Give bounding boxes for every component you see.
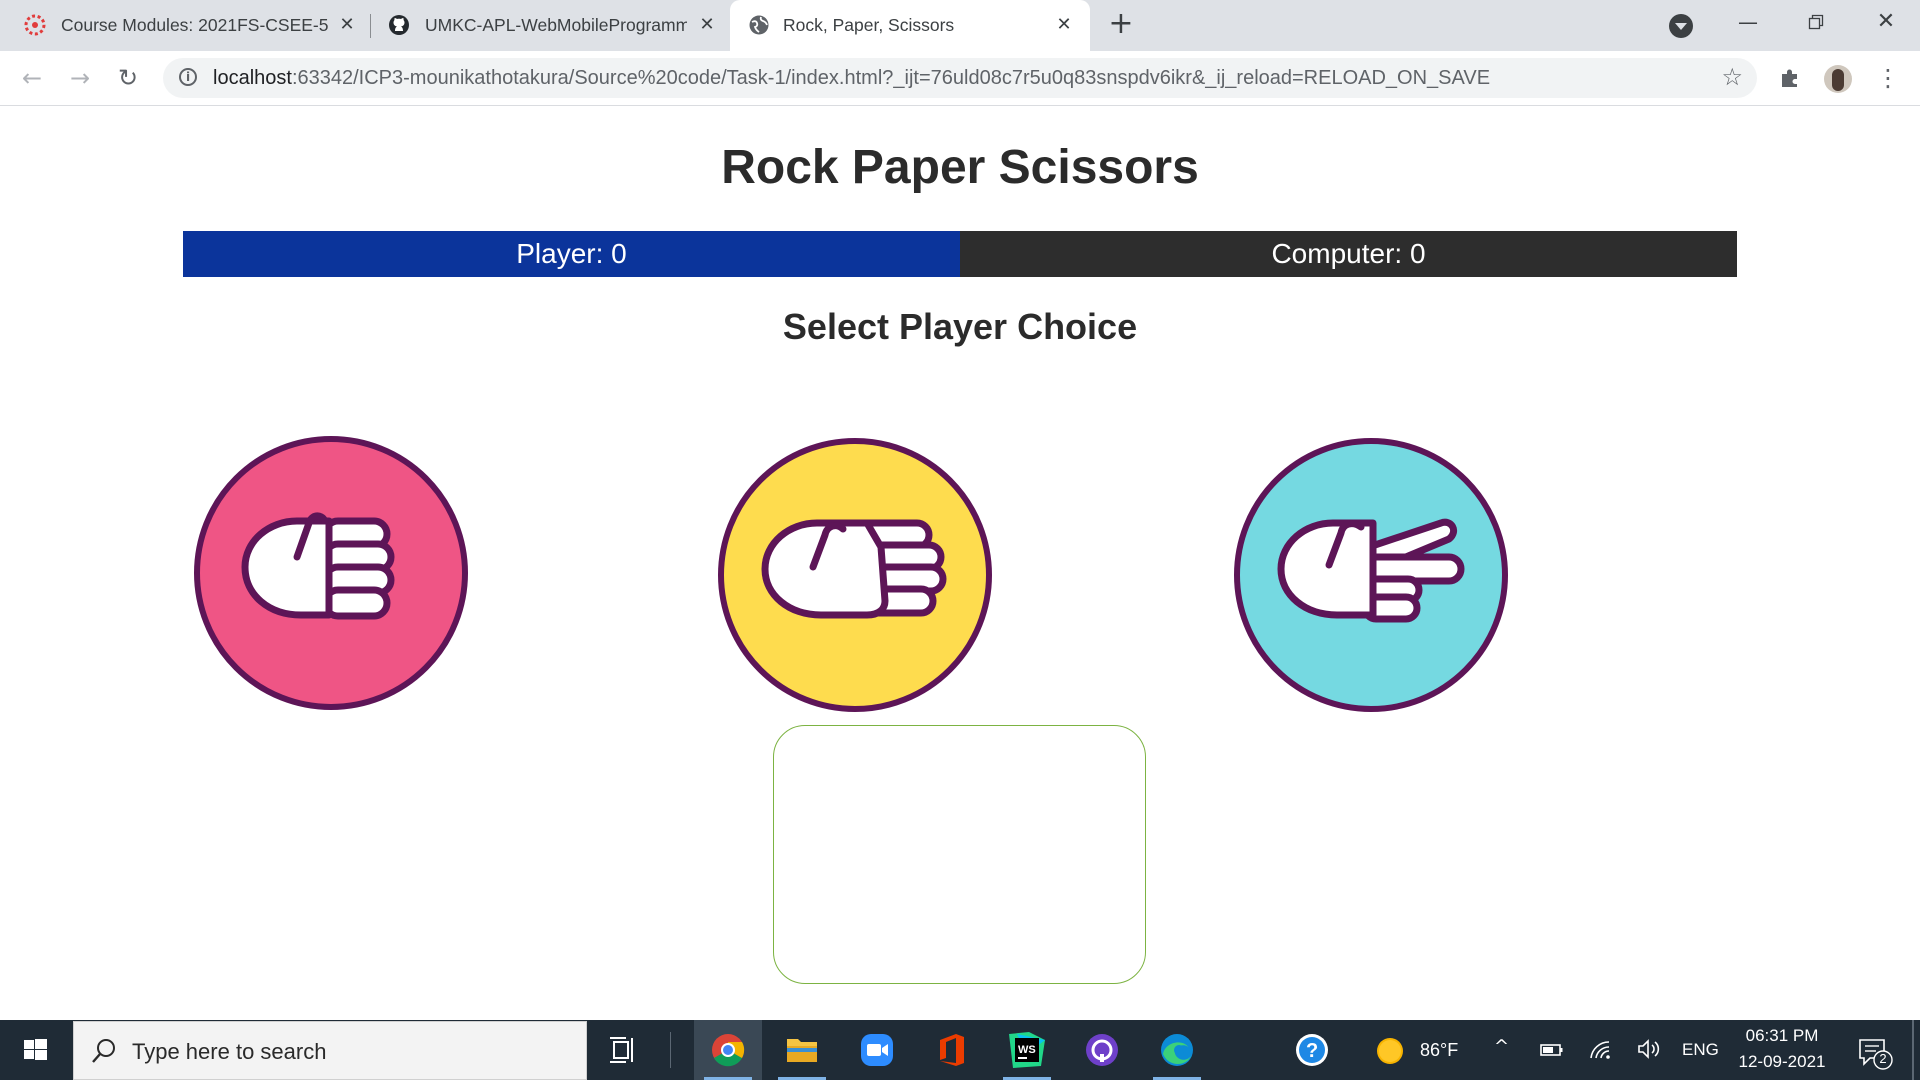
chrome-icon bbox=[712, 1034, 745, 1067]
show-hidden-icons-chevron-icon[interactable]: ^ bbox=[1494, 1036, 1509, 1057]
edge-icon bbox=[1161, 1034, 1193, 1066]
address-bar[interactable]: i localhost:63342/ICP3-mounikathotakura/… bbox=[163, 58, 1757, 98]
paper-choice-button[interactable] bbox=[717, 437, 993, 713]
rock-choice-button[interactable] bbox=[193, 435, 469, 711]
taskbar-github-desktop[interactable] bbox=[1068, 1020, 1136, 1080]
github-icon bbox=[389, 15, 409, 35]
zoom-icon bbox=[861, 1034, 893, 1066]
task-view-button[interactable] bbox=[590, 1020, 658, 1080]
close-icon[interactable]: ✕ bbox=[336, 14, 358, 36]
scissors-choice-button[interactable] bbox=[1233, 437, 1509, 713]
canvas-lms-icon bbox=[24, 14, 46, 36]
search-placeholder: Type here to search bbox=[132, 1039, 327, 1064]
taskbar-office[interactable] bbox=[918, 1020, 986, 1080]
globe-icon bbox=[749, 15, 769, 35]
page-title: Rock Paper Scissors bbox=[721, 141, 1199, 194]
choice-prompt: Select Player Choice bbox=[782, 306, 1138, 347]
tab-rock-paper-scissors[interactable]: Rock, Paper, Scissors ✕ bbox=[730, 0, 1090, 51]
svg-text:WS: WS bbox=[1018, 1044, 1036, 1056]
profile-avatar[interactable] bbox=[1824, 65, 1852, 93]
restore-icon bbox=[1808, 14, 1824, 30]
url-text[interactable]: localhost:63342/ICP3-mounikathotakura/So… bbox=[213, 58, 1490, 98]
battery-icon[interactable] bbox=[1540, 1042, 1564, 1058]
webstorm-icon: WS bbox=[1009, 1032, 1045, 1068]
tab-title: UMKC-APL-WebMobileProgramm bbox=[425, 15, 687, 35]
rock-hand-icon bbox=[194, 436, 468, 710]
back-button[interactable]: ← bbox=[16, 62, 48, 94]
weather-sun-icon bbox=[1377, 1038, 1403, 1064]
github-desktop-icon bbox=[1086, 1034, 1118, 1066]
help-icon: ? bbox=[1296, 1034, 1328, 1066]
volume-icon[interactable] bbox=[1636, 1038, 1662, 1060]
browser-toolbar: ← → ↻ i localhost:63342/ICP3-mounikathot… bbox=[0, 51, 1920, 106]
svg-text:?: ? bbox=[1306, 1040, 1318, 1062]
tab-course-modules[interactable]: Course Modules: 2021FS-CSEE-5 ✕ bbox=[0, 0, 368, 51]
tab-search-icon[interactable] bbox=[1669, 14, 1693, 38]
page-content: Rock Paper Scissors Player: 0 Computer: … bbox=[0, 106, 1920, 1020]
reload-button[interactable]: ↻ bbox=[112, 62, 144, 94]
tab-title: Course Modules: 2021FS-CSEE-5 bbox=[61, 15, 329, 35]
puzzle-icon bbox=[1782, 69, 1797, 87]
scoreboard: Player: 0 Computer: 0 bbox=[183, 231, 1737, 277]
clock-time: 06:31 PM bbox=[1745, 1026, 1819, 1045]
site-info-icon[interactable]: i bbox=[179, 68, 197, 86]
url-path: :63342/ICP3-mounikathotakura/Source%20co… bbox=[291, 67, 1491, 89]
computer-score: Computer: 0 bbox=[960, 231, 1737, 277]
notification-count: 2 bbox=[1879, 1051, 1887, 1066]
browser-tab-strip: Course Modules: 2021FS-CSEE-5 ✕ UMKC-APL… bbox=[0, 0, 1920, 51]
show-desktop-button[interactable] bbox=[1912, 1020, 1914, 1080]
search-icon bbox=[92, 1039, 115, 1063]
taskbar-file-explorer[interactable] bbox=[768, 1020, 836, 1080]
minimize-button[interactable]: — bbox=[1714, 0, 1782, 44]
taskbar-search-box[interactable]: Type here to search bbox=[73, 1021, 587, 1080]
action-center-button[interactable]: 2 bbox=[1852, 1032, 1896, 1072]
browser-menu-icon[interactable]: ⋮ bbox=[1876, 63, 1900, 93]
tab-github-repo[interactable]: UMKC-APL-WebMobileProgramm ✕ bbox=[372, 0, 728, 51]
bookmark-star-icon[interactable]: ☆ bbox=[1721, 63, 1743, 91]
taskbar-zoom[interactable] bbox=[843, 1020, 911, 1080]
weather-temperature[interactable]: 86°F bbox=[1420, 1040, 1458, 1061]
extensions-button[interactable] bbox=[1774, 62, 1806, 94]
url-host: localhost bbox=[213, 67, 292, 89]
tab-title: Rock, Paper, Scissors bbox=[783, 15, 955, 35]
wifi-icon[interactable] bbox=[1588, 1038, 1614, 1060]
close-icon[interactable]: ✕ bbox=[696, 14, 718, 36]
notification-icon bbox=[1859, 1039, 1893, 1070]
result-display bbox=[773, 725, 1146, 984]
new-tab-button[interactable]: + bbox=[1106, 9, 1136, 40]
tab-separator bbox=[370, 14, 371, 38]
folder-icon bbox=[787, 1039, 817, 1062]
start-button[interactable] bbox=[0, 1020, 70, 1080]
windows-taskbar: Type here to search WS ? 86°F ^ ENG 06:3… bbox=[0, 1020, 1920, 1080]
restore-button[interactable] bbox=[1782, 0, 1850, 44]
close-icon[interactable]: ✕ bbox=[1053, 14, 1075, 36]
office-icon bbox=[940, 1034, 964, 1066]
taskbar-edge[interactable] bbox=[1143, 1020, 1211, 1080]
player-score: Player: 0 bbox=[183, 231, 960, 277]
close-window-button[interactable]: ✕ bbox=[1852, 0, 1920, 44]
language-indicator[interactable]: ENG bbox=[1682, 1040, 1719, 1060]
windows-logo-icon bbox=[24, 1039, 47, 1060]
taskbar-chrome[interactable] bbox=[694, 1020, 762, 1080]
task-view-icon bbox=[610, 1037, 633, 1063]
paper-hand-icon bbox=[718, 438, 992, 712]
taskbar-help[interactable]: ? bbox=[1278, 1020, 1346, 1080]
taskbar-webstorm[interactable]: WS bbox=[993, 1020, 1061, 1080]
scissors-hand-icon bbox=[1234, 438, 1508, 712]
taskbar-divider bbox=[670, 1032, 671, 1068]
forward-button[interactable]: → bbox=[64, 62, 96, 94]
clock-date: 12-09-2021 bbox=[1738, 1052, 1826, 1071]
